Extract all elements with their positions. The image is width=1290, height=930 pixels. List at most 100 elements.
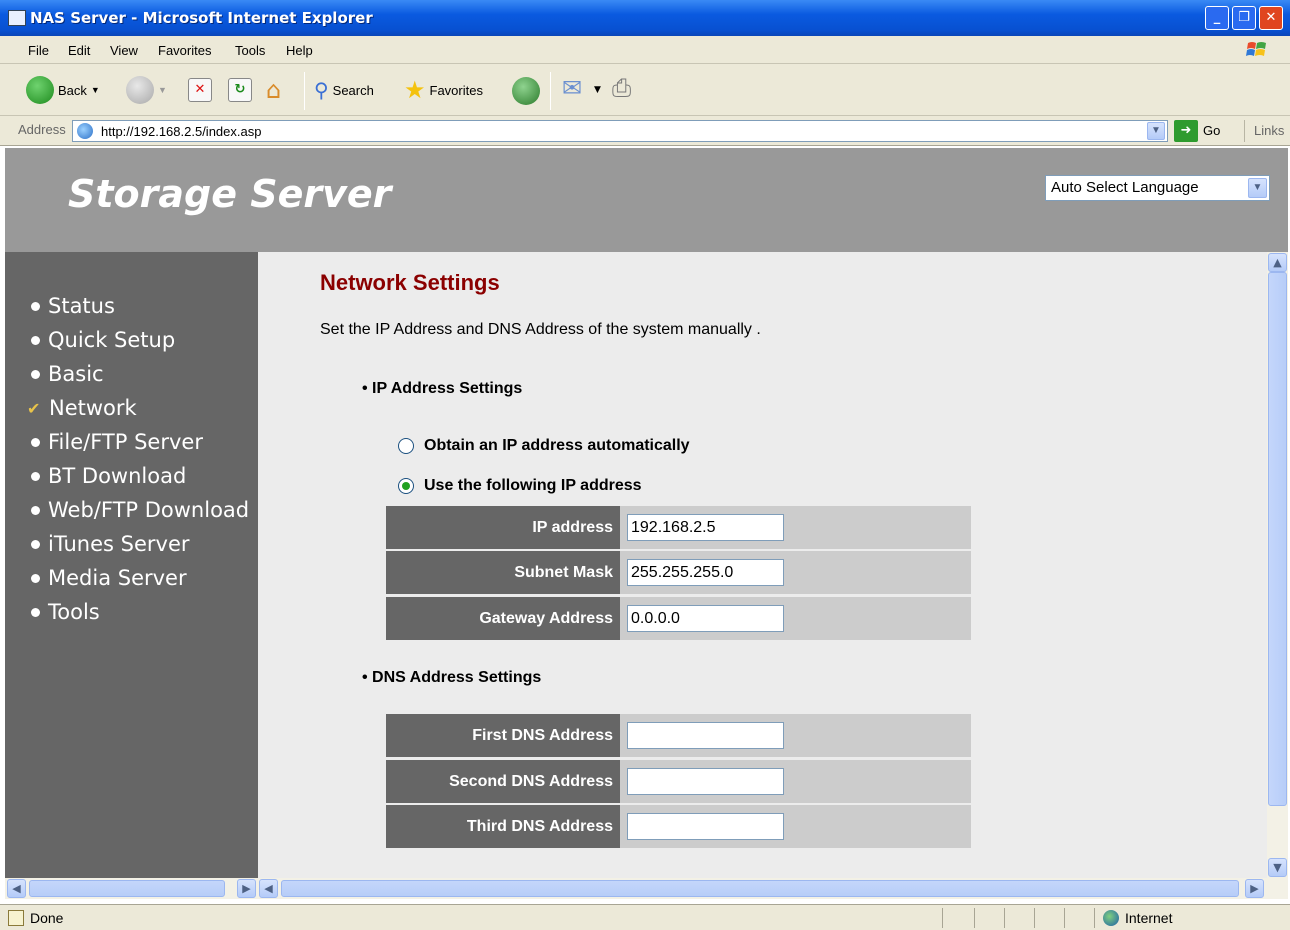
maximize-button[interactable]: ❐ (1232, 6, 1256, 30)
back-dropdown-icon[interactable]: ▼ (91, 85, 100, 95)
second-dns-field[interactable] (627, 768, 784, 795)
minimize-button[interactable]: _ (1205, 6, 1229, 30)
sidebar-item-file-ftp-server[interactable]: File/FTP Server (31, 430, 203, 454)
sidebar-item-web-ftp-download[interactable]: Web/FTP Download (31, 498, 249, 522)
address-dropdown-icon[interactable]: ▼ (1147, 122, 1165, 140)
sidebar-item-bt-download[interactable]: BT Download (31, 464, 186, 488)
forward-button[interactable]: ▼ (126, 76, 167, 104)
internet-globe-icon (1103, 910, 1119, 926)
address-url: http://192.168.2.5/index.asp (101, 124, 262, 139)
print-icon[interactable]: ⎙ (612, 74, 631, 102)
horizontal-scroll-thumb[interactable] (281, 880, 1239, 897)
sidebar-item-itunes-server[interactable]: iTunes Server (31, 532, 190, 556)
menu-edit[interactable]: Edit (68, 43, 90, 58)
dns-section-heading: • DNS Address Settings (362, 669, 542, 686)
history-icon[interactable] (512, 77, 540, 105)
sidebar-item-media-server[interactable]: Media Server (31, 566, 187, 590)
page-done-icon (8, 910, 24, 926)
go-button[interactable]: Go (1203, 123, 1220, 138)
sidebar-item-label: iTunes Server (48, 532, 190, 556)
radio-use-following-ip[interactable]: Use the following IP address (398, 477, 642, 495)
bullet-icon (31, 471, 40, 481)
sidebar-item-label: Media Server (48, 566, 187, 590)
third-dns-field[interactable] (627, 813, 784, 840)
menu-file[interactable]: File (28, 43, 49, 58)
checkmark-icon: ✔ (27, 398, 41, 418)
favorites-star-icon: ★ (404, 77, 426, 104)
scroll-right-icon[interactable]: ▶ (237, 879, 256, 898)
sidebar-scroll-thumb[interactable] (29, 880, 225, 897)
gateway-address-row: Gateway Address (386, 597, 971, 640)
horizontal-scrollbar[interactable]: ◀ ▶ ◀ ▶ (5, 878, 1288, 899)
scroll-right-icon[interactable]: ▶ (1245, 879, 1264, 898)
scroll-left-icon[interactable]: ◀ (259, 879, 278, 898)
search-label: Search (332, 83, 374, 98)
radio-obtain-ip-auto[interactable]: Obtain an IP address automatically (398, 437, 690, 455)
bullet-icon (31, 505, 40, 515)
ie-page-icon (77, 123, 93, 139)
sidebar-item-tools[interactable]: Tools (31, 600, 100, 624)
language-select-value: Auto Select Language (1051, 179, 1199, 196)
ip-address-field[interactable] (627, 514, 784, 541)
vertical-scroll-thumb[interactable] (1268, 272, 1287, 806)
sidebar-item-network[interactable]: ✔ Network (27, 396, 137, 420)
second-dns-row: Second DNS Address (386, 760, 971, 803)
go-arrow-icon[interactable]: ➜ (1174, 120, 1198, 142)
menubar: File Edit View Favorites Tools Help (0, 36, 1290, 64)
scroll-down-icon[interactable]: ▼ (1268, 858, 1287, 877)
favorites-button[interactable]: ★ Favorites (404, 76, 483, 105)
sidebar-item-label: BT Download (48, 464, 187, 488)
language-select[interactable]: Auto Select Language ▼ (1045, 175, 1270, 201)
sidebar-item-label: Status (48, 294, 115, 318)
scroll-up-icon[interactable]: ▲ (1268, 253, 1287, 272)
window-title: NAS Server - Microsoft Internet Explorer (30, 9, 373, 27)
sidebar-item-label: Quick Setup (48, 328, 176, 352)
address-input[interactable]: http://192.168.2.5/index.asp ▼ (72, 120, 1168, 142)
page-title: Network Settings (320, 270, 500, 295)
sidebar-item-quick-setup[interactable]: Quick Setup (31, 328, 175, 352)
menu-favorites[interactable]: Favorites (158, 43, 211, 58)
refresh-icon[interactable]: ↻ (228, 78, 252, 102)
menu-tools[interactable]: Tools (235, 43, 265, 58)
mail-icon[interactable]: ✉ (562, 74, 582, 102)
close-button[interactable]: ✕ (1259, 6, 1283, 30)
home-icon[interactable]: ⌂ (266, 76, 281, 104)
gateway-address-field[interactable] (627, 605, 784, 632)
radio-button[interactable] (398, 438, 414, 454)
statusbar: Done Internet (0, 904, 1290, 930)
second-dns-label: Second DNS Address (386, 760, 620, 803)
stop-icon[interactable]: ✕ (188, 78, 212, 102)
bullet-icon (31, 335, 40, 345)
chevron-down-icon[interactable]: ▼ (1248, 178, 1267, 198)
bullet-icon (31, 369, 40, 379)
sidebar-item-label: Tools (48, 600, 100, 624)
search-button[interactable]: ⚲ Search (314, 78, 374, 103)
menu-view[interactable]: View (110, 43, 138, 58)
radio-button-selected[interactable] (398, 478, 414, 494)
sidebar-item-basic[interactable]: Basic (31, 362, 104, 386)
back-button[interactable]: Back ▼ (26, 76, 100, 104)
favorites-label: Favorites (429, 83, 483, 98)
search-icon: ⚲ (314, 80, 329, 102)
menu-help[interactable]: Help (286, 43, 313, 58)
mail-dropdown-icon[interactable]: ▼ (594, 85, 601, 95)
scroll-left-icon[interactable]: ◀ (7, 879, 26, 898)
links-button[interactable]: Links (1254, 123, 1284, 138)
first-dns-field[interactable] (627, 722, 784, 749)
page-description: Set the IP Address and DNS Address of th… (320, 321, 761, 338)
sidebar-item-label: Basic (48, 362, 104, 386)
sidebar-item-status[interactable]: Status (31, 294, 115, 318)
radio-label: Use the following IP address (424, 477, 642, 494)
bullet-icon (31, 539, 40, 549)
forward-dropdown-icon: ▼ (158, 85, 167, 95)
subnet-mask-field[interactable] (627, 559, 784, 586)
brand-title: Storage Server (68, 172, 392, 216)
third-dns-row: Third DNS Address (386, 805, 971, 848)
sidebar: Status Quick Setup Basic ✔ Network File/F… (5, 252, 258, 878)
third-dns-label: Third DNS Address (386, 805, 620, 848)
address-label: Address (18, 122, 66, 137)
ip-section-heading-text: IP Address Settings (372, 380, 523, 397)
window-titlebar: NAS Server - Microsoft Internet Explorer… (0, 0, 1290, 36)
windows-logo-icon (1246, 42, 1266, 56)
radio-label: Obtain an IP address automatically (424, 437, 690, 454)
